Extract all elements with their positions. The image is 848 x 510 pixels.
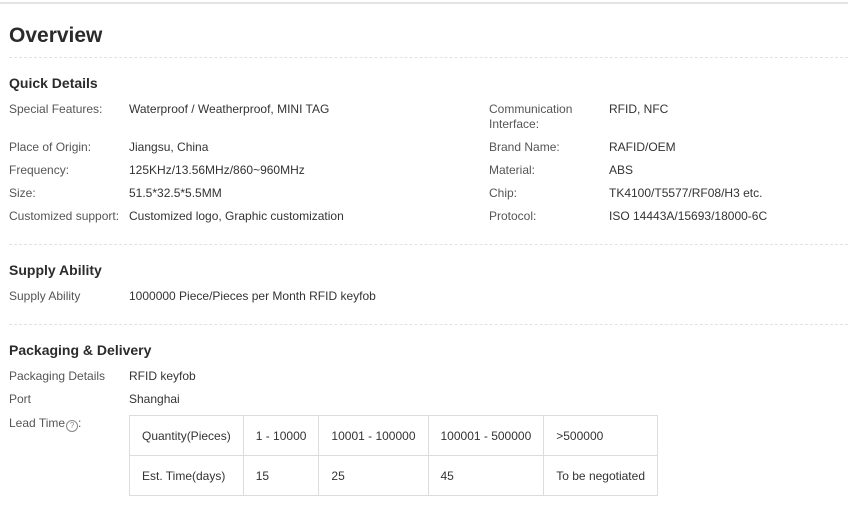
top-border xyxy=(0,2,848,4)
help-icon[interactable]: ? xyxy=(66,420,79,432)
packaging-details-value: RFID keyfob xyxy=(129,369,196,383)
brand-name-label: Brand Name: xyxy=(489,140,560,154)
table-cell: 10001 - 100000 xyxy=(318,415,429,456)
special-features-value: Waterproof / Weatherproof, MINI TAG xyxy=(129,102,330,116)
frequency-label: Frequency: xyxy=(9,163,70,177)
customized-support-label: Customized support: xyxy=(9,209,120,223)
table-cell: 25 xyxy=(318,455,429,496)
material-label: Material: xyxy=(489,163,536,177)
port-label: Port xyxy=(9,392,32,406)
brand-name-value: RAFID/OEM xyxy=(609,140,676,154)
special-features-label: Special Features: xyxy=(9,102,103,116)
table-row: Quantity(Pieces) 1 - 10000 10001 - 10000… xyxy=(129,415,658,456)
customized-support-value: Customized logo, Graphic customization xyxy=(129,209,344,223)
port-value: Shanghai xyxy=(129,392,180,406)
size-value: 51.5*32.5*5.5MM xyxy=(129,186,222,200)
supply-ability-heading: Supply Ability xyxy=(9,262,102,278)
packaging-delivery-heading: Packaging & Delivery xyxy=(9,342,152,358)
supply-ability-value: 1000000 Piece/Pieces per Month RFID keyf… xyxy=(129,289,376,303)
frequency-value: 125KHz/13.56MHz/860~960MHz xyxy=(129,163,305,177)
divider xyxy=(9,57,848,58)
lead-time-label-text: Lead Time xyxy=(9,416,66,430)
table-cell: To be negotiated xyxy=(543,455,658,496)
table-cell: 15 xyxy=(242,455,320,496)
communication-interface-label-line1: Communication xyxy=(489,102,573,116)
table-cell: 45 xyxy=(427,455,545,496)
table-row: Est. Time(days) 15 25 45 To be negotiate… xyxy=(129,455,658,496)
divider xyxy=(9,324,848,325)
place-of-origin-value: Jiangsu, China xyxy=(129,140,209,154)
communication-interface-value: RFID, NFC xyxy=(609,102,669,116)
protocol-label: Protocol: xyxy=(489,209,537,223)
communication-interface-label-line2: Interface: xyxy=(489,117,540,131)
divider xyxy=(9,244,848,245)
quick-details-heading: Quick Details xyxy=(9,75,98,91)
lead-time-table: Quantity(Pieces) 1 - 10000 10001 - 10000… xyxy=(129,415,658,496)
page-title: Overview xyxy=(9,24,103,47)
packaging-details-label: Packaging Details xyxy=(9,369,106,383)
protocol-value: ISO 14443A/15693/18000-6C xyxy=(609,209,768,223)
communication-interface-label: Communication Interface: xyxy=(489,102,572,132)
table-cell: >500000 xyxy=(543,415,658,456)
size-label: Size: xyxy=(9,186,36,200)
table-header-cell: Est. Time(days) xyxy=(129,455,244,496)
chip-value: TK4100/T5577/RF08/H3 etc. xyxy=(609,186,763,200)
supply-ability-label: Supply Ability xyxy=(9,289,81,303)
table-cell: 100001 - 500000 xyxy=(427,415,545,456)
chip-label: Chip: xyxy=(489,186,518,200)
place-of-origin-label: Place of Origin: xyxy=(9,140,92,154)
lead-time-label: Lead Time?: xyxy=(9,416,82,432)
table-header-cell: Quantity(Pieces) xyxy=(129,415,244,456)
table-cell: 1 - 10000 xyxy=(242,415,320,456)
material-value: ABS xyxy=(609,163,634,177)
